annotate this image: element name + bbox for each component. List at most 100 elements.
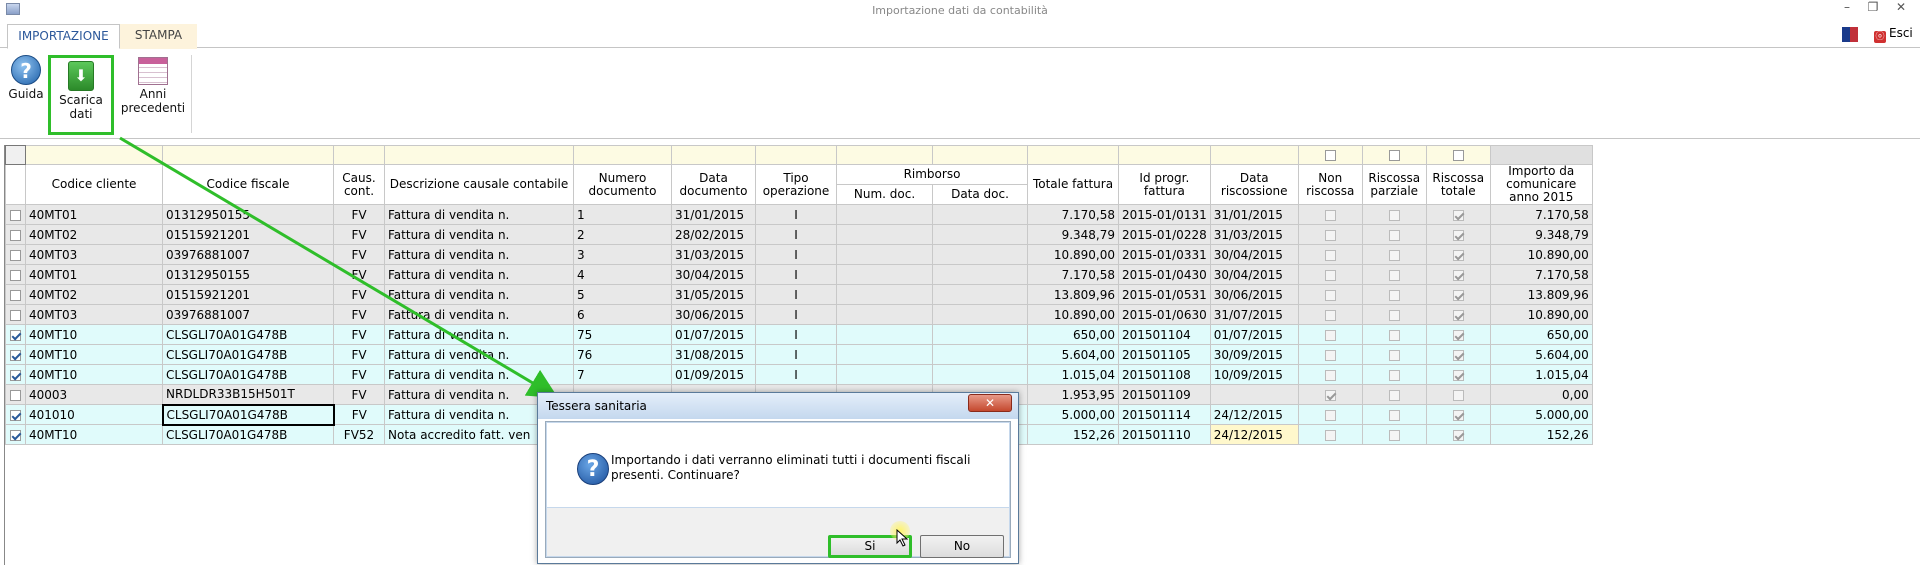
- rimborso-num-cell[interactable]: [836, 344, 933, 365]
- data-riscossione-cell[interactable]: 10/09/2015: [1209, 364, 1299, 385]
- header-non-riscossa[interactable]: Non riscossa: [1297, 164, 1363, 205]
- riscossa-parziale-checkbox[interactable]: [1388, 229, 1400, 241]
- codice-fiscale-cell[interactable]: CLSGLI70A01G478B: [162, 424, 334, 445]
- codice-fiscale-cell[interactable]: CLSGLI70A01G478B: [161, 403, 335, 426]
- row-select-cell[interactable]: [5, 224, 26, 245]
- data-riscossione-cell[interactable]: 30/04/2015: [1209, 244, 1299, 265]
- table-row[interactable]: 40MT10 CLSGLI70A01G478B FV Fattura di vendi…: [5, 324, 1593, 345]
- filter-cell[interactable]: [162, 145, 334, 165]
- header-num-doc[interactable]: Num. doc.: [836, 184, 933, 205]
- riscossa-totale-checkbox[interactable]: [1452, 389, 1464, 401]
- id-progr-cell[interactable]: 201501104: [1118, 324, 1211, 345]
- codice-cliente-cell[interactable]: 401010: [25, 404, 163, 425]
- select-all-corner[interactable]: [5, 145, 26, 165]
- data-riscossione-cell[interactable]: 30/04/2015: [1209, 264, 1299, 285]
- row-select-cell[interactable]: [5, 244, 26, 265]
- data-riscossione-cell[interactable]: 24/12/2015: [1209, 424, 1299, 445]
- tipo-operazione-cell[interactable]: I: [755, 364, 837, 385]
- header-descrizione[interactable]: Descrizione causale contabile: [384, 164, 574, 205]
- id-progr-cell[interactable]: 2015-01/0331: [1118, 244, 1211, 265]
- rimborso-data-cell[interactable]: [932, 364, 1028, 385]
- descrizione-cell[interactable]: Fattura di vendita n.: [384, 204, 574, 225]
- importo-cell[interactable]: 7.170,58: [1489, 204, 1593, 225]
- data-riscossione-cell[interactable]: 30/09/2015: [1209, 344, 1299, 365]
- non-riscossa-checkbox-cell[interactable]: [1297, 224, 1363, 245]
- filter-cell[interactable]: [1118, 145, 1211, 165]
- filter-cell[interactable]: [333, 145, 385, 165]
- non-riscossa-checkbox[interactable]: [1324, 249, 1336, 261]
- caus-cont-cell[interactable]: FV: [333, 324, 385, 345]
- filter-cell[interactable]: [932, 145, 1028, 165]
- id-progr-cell[interactable]: 2015-01/0131: [1118, 204, 1211, 225]
- row-select-cell[interactable]: [5, 204, 26, 225]
- codice-fiscale-cell[interactable]: 01312950155: [162, 264, 334, 285]
- header-riscossa-parziale[interactable]: Riscossa parziale: [1361, 164, 1427, 205]
- row-checkbox[interactable]: [10, 369, 21, 381]
- header-riscossa-totale[interactable]: Riscossa totale: [1425, 164, 1491, 205]
- non-riscossa-checkbox-cell[interactable]: [1297, 284, 1363, 305]
- riscossa-totale-checkbox[interactable]: [1452, 349, 1464, 361]
- non-riscossa-checkbox-cell[interactable]: [1297, 344, 1363, 365]
- riscossa-totale-checkbox[interactable]: [1452, 289, 1464, 301]
- tipo-operazione-cell[interactable]: I: [755, 324, 837, 345]
- id-progr-cell[interactable]: 201501110: [1118, 424, 1211, 445]
- descrizione-cell[interactable]: Fattura di vendita n.: [384, 224, 574, 245]
- row-checkbox[interactable]: [10, 229, 21, 241]
- non-riscossa-checkbox[interactable]: [1324, 369, 1336, 381]
- row-select-cell[interactable]: [5, 344, 26, 365]
- riscossa-totale-checkbox[interactable]: [1452, 269, 1464, 281]
- caus-cont-cell[interactable]: FV: [333, 244, 385, 265]
- tipo-operazione-cell[interactable]: I: [755, 344, 837, 365]
- rimborso-data-cell[interactable]: [932, 244, 1028, 265]
- row-checkbox[interactable]: [10, 389, 21, 401]
- caus-cont-cell[interactable]: FV: [333, 384, 385, 405]
- totale-fattura-cell[interactable]: 7.170,58: [1027, 264, 1119, 285]
- codice-cliente-cell[interactable]: 40MT03: [25, 304, 163, 325]
- caus-cont-cell[interactable]: FV: [333, 304, 385, 325]
- restore-button[interactable]: ❐: [1862, 0, 1884, 16]
- header-codice-fiscale[interactable]: Codice fiscale: [162, 164, 334, 205]
- header-importo[interactable]: Importo da comunicare anno 2015: [1489, 164, 1593, 205]
- table-row[interactable]: 40MT02 01515921201 FV Fattura di vendita n.…: [5, 284, 1593, 305]
- totale-fattura-cell[interactable]: 7.170,58: [1027, 204, 1119, 225]
- non-riscossa-checkbox[interactable]: [1324, 349, 1336, 361]
- id-progr-cell[interactable]: 2015-01/0430: [1118, 264, 1211, 285]
- data-documento-cell[interactable]: 31/01/2015: [671, 204, 756, 225]
- codice-cliente-cell[interactable]: 40MT02: [25, 224, 163, 245]
- row-checkbox[interactable]: [10, 249, 21, 261]
- data-documento-cell[interactable]: 01/09/2015: [671, 364, 756, 385]
- riscossa-totale-checkbox-cell[interactable]: [1425, 244, 1491, 265]
- row-checkbox[interactable]: [10, 429, 21, 441]
- no-button[interactable]: No: [920, 535, 1004, 558]
- riscossa-parziale-checkbox[interactable]: [1388, 289, 1400, 301]
- riscossa-parziale-checkbox-cell[interactable]: [1361, 284, 1427, 305]
- non-riscossa-checkbox[interactable]: [1324, 329, 1336, 341]
- descrizione-cell[interactable]: Fattura di vendita n.: [384, 264, 574, 285]
- rimborso-num-cell[interactable]: [836, 264, 933, 285]
- codice-fiscale-cell[interactable]: 01312950155: [162, 204, 334, 225]
- rimborso-data-cell[interactable]: [932, 204, 1028, 225]
- row-select-cell[interactable]: [5, 284, 26, 305]
- totale-fattura-cell[interactable]: 650,00: [1027, 324, 1119, 345]
- non-riscossa-checkbox-cell[interactable]: [1297, 204, 1363, 225]
- riscossa-totale-filter[interactable]: [1425, 145, 1491, 165]
- riscossa-totale-checkbox-cell[interactable]: [1425, 284, 1491, 305]
- tab-stampa[interactable]: STAMPA: [120, 24, 197, 49]
- non-riscossa-checkbox-cell[interactable]: [1297, 244, 1363, 265]
- header-data-riscossione[interactable]: Data riscossione: [1209, 164, 1299, 205]
- importo-cell[interactable]: 0,00: [1489, 384, 1593, 405]
- caus-cont-cell[interactable]: FV: [333, 404, 385, 425]
- row-select-cell[interactable]: [5, 424, 26, 445]
- numero-documento-cell[interactable]: 1: [573, 204, 672, 225]
- close-window-button[interactable]: ✕: [1890, 0, 1912, 16]
- descrizione-cell[interactable]: Fattura di vendita n.: [384, 304, 574, 325]
- numero-documento-cell[interactable]: 4: [573, 264, 672, 285]
- riscossa-parziale-checkbox-cell[interactable]: [1361, 404, 1427, 425]
- riscossa-parziale-checkbox-cell[interactable]: [1361, 244, 1427, 265]
- rimborso-data-cell[interactable]: [932, 324, 1028, 345]
- riscossa-parziale-checkbox[interactable]: [1388, 349, 1400, 361]
- importo-cell[interactable]: 152,26: [1489, 424, 1593, 445]
- filter-cell[interactable]: [671, 145, 756, 165]
- importo-cell[interactable]: 650,00: [1489, 324, 1593, 345]
- totale-fattura-cell[interactable]: 9.348,79: [1027, 224, 1119, 245]
